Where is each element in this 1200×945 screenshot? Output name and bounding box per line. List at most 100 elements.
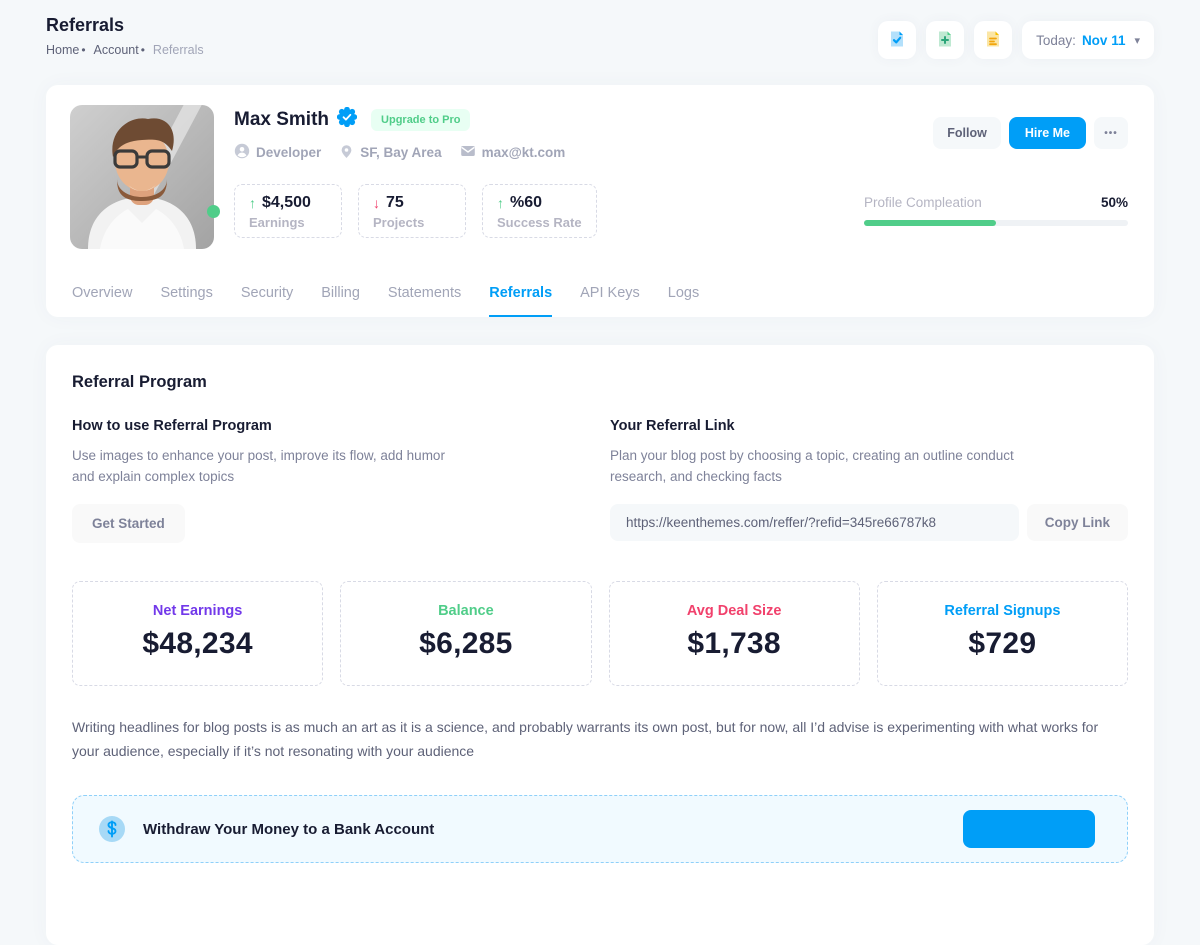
- how-to-use-title: How to use Referral Program: [72, 418, 538, 434]
- referral-link-title: Your Referral Link: [610, 418, 1128, 434]
- profile-completion: Profile Compleation 50%: [864, 195, 1128, 226]
- metric-referral-signups-value: $729: [878, 627, 1127, 661]
- stat-earnings: ↑ $4,500 Earnings: [234, 184, 342, 238]
- avatar[interactable]: [70, 105, 214, 249]
- referral-link-row: Copy Link: [610, 504, 1128, 541]
- breadcrumb-referrals: Referrals: [153, 43, 204, 57]
- arrow-up-icon: ↑: [497, 195, 504, 211]
- stat-projects-label: Projects: [373, 215, 451, 230]
- dollar-circle-icon: [97, 814, 127, 844]
- tab-security[interactable]: Security: [241, 273, 293, 317]
- completion-label: Profile Compleation: [864, 195, 982, 210]
- metric-balance-value: $6,285: [341, 627, 590, 661]
- referral-program-title: Referral Program: [72, 373, 1128, 392]
- metric-net-earnings: Net Earnings $48,234: [72, 581, 323, 686]
- location-pin-icon: [339, 144, 354, 162]
- today-value: Nov 11: [1082, 33, 1126, 48]
- profile-stats-row: ↑ $4,500 Earnings ↓ 75 Projects: [234, 184, 864, 238]
- stat-earnings-value: $4,500: [262, 194, 311, 212]
- stat-success-rate-label: Success Rate: [497, 215, 582, 230]
- mail-icon: [460, 143, 476, 162]
- completion-progress-fill: [864, 220, 996, 226]
- file-plus-button[interactable]: [926, 21, 964, 59]
- metric-referral-signups-label: Referral Signups: [878, 603, 1127, 619]
- arrow-up-icon: ↑: [249, 195, 256, 211]
- stat-projects: ↓ 75 Projects: [358, 184, 466, 238]
- stat-success-rate: ↑ %60 Success Rate: [482, 184, 597, 238]
- profile-right: Follow Hire Me ••• Profile Compleation 5…: [864, 105, 1128, 249]
- meta-location[interactable]: SF, Bay Area: [339, 144, 441, 162]
- person-icon: [234, 143, 250, 162]
- breadcrumb-account[interactable]: Account: [94, 43, 139, 57]
- verified-badge-icon: [337, 107, 357, 132]
- referral-columns: How to use Referral Program Use images t…: [72, 418, 1128, 543]
- breadcrumb: Home • Account • Referrals: [46, 43, 204, 57]
- metric-avg-deal-size-value: $1,738: [610, 627, 859, 661]
- tab-statements[interactable]: Statements: [388, 273, 461, 317]
- topbar-actions: Today: Nov 11 ▾: [878, 21, 1154, 59]
- metric-balance: Balance $6,285: [340, 581, 591, 686]
- completion-progress-track: [864, 220, 1128, 226]
- referral-link-input[interactable]: [610, 504, 1019, 541]
- file-lines-icon: [983, 29, 1003, 52]
- tab-api-keys[interactable]: API Keys: [580, 273, 640, 317]
- how-to-use-description: Use images to enhance your post, improve…: [72, 446, 464, 488]
- topbar: Referrals Home • Account • Referrals: [46, 0, 1154, 64]
- withdraw-notice: Withdraw Your Money to a Bank Account: [72, 795, 1128, 863]
- file-lines-button[interactable]: [974, 21, 1012, 59]
- referral-program-card: Referral Program How to use Referral Pro…: [46, 345, 1154, 945]
- metric-net-earnings-value: $48,234: [73, 627, 322, 661]
- user-name[interactable]: Max Smith: [234, 109, 329, 131]
- hire-me-button[interactable]: Hire Me: [1009, 117, 1086, 149]
- tab-referrals[interactable]: Referrals: [489, 273, 552, 317]
- metric-balance-label: Balance: [341, 603, 590, 619]
- profile-card: Max Smith Upgrade to Pro: [46, 85, 1154, 317]
- profile-main: Max Smith Upgrade to Pro: [234, 105, 864, 249]
- metric-referral-signups: Referral Signups $729: [877, 581, 1128, 686]
- tab-logs[interactable]: Logs: [668, 273, 699, 317]
- arrow-down-icon: ↓: [373, 195, 380, 211]
- breadcrumb-separator: •: [81, 43, 85, 57]
- referral-link-column: Your Referral Link Plan your blog post b…: [610, 418, 1128, 543]
- stat-projects-value: 75: [386, 194, 404, 212]
- withdraw-title: Withdraw Your Money to a Bank Account: [143, 821, 434, 838]
- date-selector[interactable]: Today: Nov 11 ▾: [1022, 21, 1154, 59]
- more-options-button[interactable]: •••: [1094, 117, 1128, 149]
- stat-earnings-label: Earnings: [249, 215, 327, 230]
- get-started-button[interactable]: Get Started: [72, 504, 185, 543]
- referral-metrics: Net Earnings $48,234 Balance $6,285 Avg …: [72, 581, 1128, 686]
- page: Referrals Home • Account • Referrals: [0, 0, 1200, 945]
- referral-footnote: Writing headlines for blog posts is as m…: [72, 716, 1128, 764]
- topbar-left: Referrals Home • Account • Referrals: [46, 15, 204, 57]
- withdraw-money-button[interactable]: [963, 810, 1095, 848]
- file-check-icon: [887, 29, 907, 52]
- upgrade-to-pro-badge[interactable]: Upgrade to Pro: [371, 109, 470, 131]
- tab-billing[interactable]: Billing: [321, 273, 360, 317]
- meta-location-label: SF, Bay Area: [360, 145, 441, 160]
- completion-percent: 50%: [1101, 195, 1128, 210]
- breadcrumb-home[interactable]: Home: [46, 43, 79, 57]
- metric-avg-deal-size: Avg Deal Size $1,738: [609, 581, 860, 686]
- referral-link-description: Plan your blog post by choosing a topic,…: [610, 446, 1052, 488]
- meta-role[interactable]: Developer: [234, 143, 321, 162]
- tab-overview[interactable]: Overview: [72, 273, 132, 317]
- file-check-button[interactable]: [878, 21, 916, 59]
- file-plus-icon: [935, 29, 955, 52]
- profile-meta-row: Developer SF, Bay Area max@kt.com: [234, 143, 864, 162]
- meta-email-label: max@kt.com: [482, 145, 566, 160]
- page-title: Referrals: [46, 15, 204, 36]
- avatar-image: [70, 105, 214, 249]
- copy-link-button[interactable]: Copy Link: [1027, 504, 1128, 541]
- stat-success-rate-value: %60: [510, 194, 542, 212]
- chevron-down-icon: ▾: [1134, 34, 1140, 47]
- follow-button[interactable]: Follow: [933, 117, 1001, 149]
- tab-settings[interactable]: Settings: [160, 273, 212, 317]
- how-to-use-column: How to use Referral Program Use images t…: [72, 418, 538, 543]
- metric-avg-deal-size-label: Avg Deal Size: [610, 603, 859, 619]
- online-status-dot: [207, 205, 220, 218]
- breadcrumb-separator: •: [141, 43, 145, 57]
- meta-email[interactable]: max@kt.com: [460, 143, 566, 162]
- metric-net-earnings-label: Net Earnings: [73, 603, 322, 619]
- profile-actions: Follow Hire Me •••: [933, 117, 1128, 149]
- today-label: Today:: [1036, 33, 1076, 48]
